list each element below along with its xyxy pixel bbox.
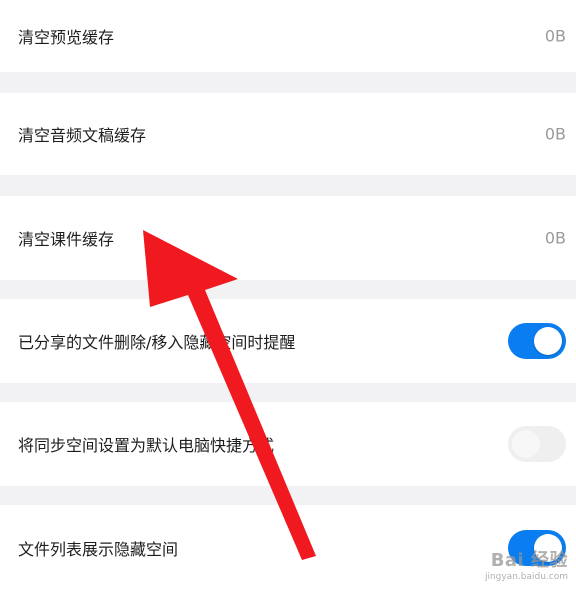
shared-file-delete-reminder-toggle[interactable] [508,323,566,359]
watermark-main-text: Bai 经验 [490,550,568,571]
default-pc-shortcut-row: 将同步空间设置为默认电脑快捷方式 [0,402,576,486]
clear-preview-cache-size: 0B [544,26,566,46]
default-pc-shortcut-toggle[interactable] [508,426,566,462]
shared-file-delete-reminder-row: 已分享的文件删除/移入隐藏空间时提醒 [0,299,576,383]
clear-courseware-cache-label: 清空课件缓存 [18,230,115,249]
watermark-sub-text: jingyan.baidu.com [484,572,568,582]
baidu-jingyan-watermark: Bai 经验 jingyan.baidu.com [485,546,568,582]
clear-courseware-cache-row[interactable]: 清空课件缓存 0B [0,196,576,280]
show-hidden-space-label: 文件列表展示隐藏空间 [18,539,179,559]
clear-audio-transcript-cache-label: 清空音频文稿缓存 [18,126,147,145]
toggle-knob [534,327,562,355]
clear-courseware-cache-size: 0B [544,228,566,248]
clear-preview-cache-label: 清空预览缓存 [18,28,115,47]
toggle-knob [512,430,540,458]
shared-file-delete-reminder-label: 已分享的文件删除/移入隐藏空间时提醒 [18,333,296,352]
red-arrow-annotation [143,230,316,560]
default-pc-shortcut-label: 将同步空间设置为默认电脑快捷方式 [18,436,275,455]
clear-audio-transcript-cache-row[interactable]: 清空音频文稿缓存 0B [0,93,576,175]
clear-preview-cache-row[interactable]: 清空预览缓存 0B [0,0,576,72]
clear-audio-transcript-cache-size: 0B [544,124,566,144]
